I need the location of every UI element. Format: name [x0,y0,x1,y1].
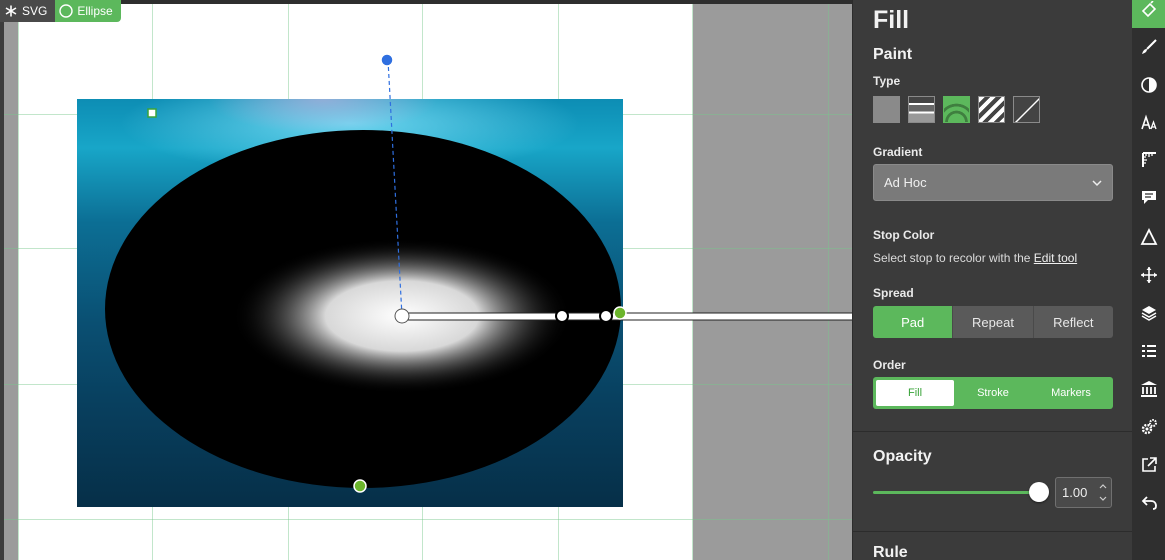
solid-type-button[interactable] [873,96,900,123]
opacity-slider-track[interactable] [873,491,1039,494]
none-type-button[interactable] [1013,96,1040,123]
stop-color-hint: Select stop to recolor with the Edit too… [873,251,1077,265]
stroke-tool-button[interactable] [1132,28,1165,65]
order-label: Order [873,358,906,372]
stop-color-label: Stop Color [873,228,935,242]
brush-icon [1141,38,1157,54]
opacity-value: 1.00 [1062,485,1088,500]
comment-tool-button[interactable] [1132,178,1165,215]
opacity-title: Opacity [873,448,932,465]
ellipse-radius-handle[interactable] [613,306,627,320]
contrast-icon [1140,76,1157,93]
settings-gears-icon [1141,418,1157,434]
opacity-slider-thumb[interactable] [1029,482,1049,502]
ruler-tool-button[interactable] [1132,141,1165,178]
triangle-icon [1140,227,1157,245]
text-style-tool-button[interactable] [1132,104,1165,141]
layers-tool-button[interactable] [1132,294,1165,331]
selection-overlay [105,53,852,493]
linear-gradient-type-button[interactable] [908,96,935,123]
tool-sidebar [1132,0,1165,560]
undo-tool-button[interactable] [1132,484,1165,521]
breadcrumb-svg[interactable]: SVG [0,0,56,22]
canvas[interactable]: SVG Ellipse [0,0,852,560]
export-icon [1141,456,1157,472]
divider [853,431,1133,432]
fill-tool-icon [1141,0,1156,17]
settings-tool-button[interactable] [1132,408,1165,445]
rule-title: Rule [873,544,908,560]
divider [853,531,1133,532]
paint-title: Paint [873,46,913,63]
breadcrumb-svg-label: SVG [22,4,48,18]
circle-icon [59,4,74,18]
stop-hint-text: Select stop to recolor with the [873,251,1031,265]
gradient-select[interactable]: Ad Hoc [873,164,1113,201]
fill-tool-button[interactable] [1132,0,1165,28]
list-tool-button[interactable] [1132,332,1165,369]
radial-gradient-type-button[interactable] [943,96,970,123]
gradient-select-value: Ad Hoc [884,175,927,190]
library-icon [1140,380,1157,397]
chevron-down-icon [1092,176,1102,191]
gradient-center-handle[interactable] [394,308,410,324]
move-icon [1140,266,1157,283]
asterisk-icon [4,4,18,18]
gradient-stop-handle[interactable] [555,309,569,323]
library-tool-button[interactable] [1132,370,1165,407]
paint-type-row [873,96,1040,123]
move-tool-button[interactable] [1132,256,1165,293]
order-stroke-button[interactable]: Stroke [954,380,1032,406]
gradient-focus-handle[interactable] [380,53,394,67]
export-tool-button[interactable] [1132,446,1165,483]
breadcrumb-ellipse-label: Ellipse [77,4,113,18]
spread-repeat-button[interactable]: Repeat [953,306,1034,338]
opacity-input[interactable]: 1.00 [1055,477,1112,508]
contrast-tool-button[interactable] [1132,66,1165,103]
spread-label: Spread [873,286,914,300]
ruler-icon [1141,151,1156,167]
chevron-down-icon[interactable] [1096,493,1109,507]
opacity-stepper[interactable] [1096,479,1109,506]
shape-tool-button[interactable] [1132,218,1165,255]
no-paint-icon [1014,97,1039,122]
gradient-label: Gradient [873,145,923,159]
gradient-bar[interactable] [401,312,852,321]
gradient-stop-handle[interactable] [599,309,613,323]
chevron-up-icon[interactable] [1096,479,1109,493]
undo-icon [1141,495,1157,510]
breadcrumb: SVG Ellipse [0,0,121,22]
type-label: Type [873,74,901,88]
text-style-icon [1140,113,1157,129]
order-fill-button[interactable]: Fill [876,380,954,406]
comment-icon [1141,190,1156,204]
ellipse-bottom-handle[interactable] [353,479,367,493]
panel-title: Fill [873,6,910,34]
pattern-type-button[interactable] [978,96,1005,123]
fill-panel: Fill Paint Type Gradient Ad Hoc Stop Col… [852,0,1133,560]
edit-tool-link[interactable]: Edit tool [1034,251,1077,265]
order-segmented-control: Fill Stroke Markers [873,377,1113,409]
order-markers-button[interactable]: Markers [1032,380,1110,406]
spread-reflect-button[interactable]: Reflect [1033,306,1113,338]
corner-handle[interactable] [147,108,157,118]
layers-icon [1141,305,1156,321]
breadcrumb-ellipse[interactable]: Ellipse [55,0,121,22]
spread-segmented-control: Pad Repeat Reflect [873,306,1113,338]
list-icon [1141,344,1156,357]
spread-pad-button[interactable]: Pad [873,306,954,338]
